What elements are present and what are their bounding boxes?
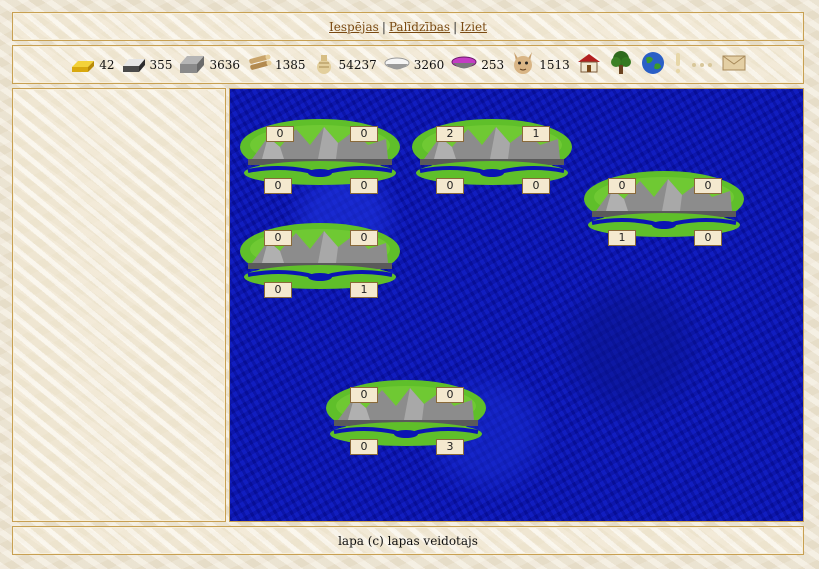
logout-link[interactable]: Iziet xyxy=(460,20,487,34)
resource-stone: 3636 xyxy=(178,52,240,77)
top-navigation: Iespējas | Palīdzības | Iziet xyxy=(12,12,804,41)
island-badge-top-left: 0 xyxy=(264,230,292,246)
dye-amount: 253 xyxy=(481,57,505,72)
gold-amount: 42 xyxy=(99,57,115,72)
copyright-text: lapa (c) lapas veidotajs xyxy=(338,533,478,548)
help-link[interactable]: Palīdzības xyxy=(389,20,450,34)
wood-amount: 1385 xyxy=(275,57,306,72)
island-badge-bottom-left: 0 xyxy=(264,178,292,194)
ellipsis-icon[interactable] xyxy=(690,57,716,72)
resource-flour: 3260 xyxy=(383,53,445,76)
flour-amount: 3260 xyxy=(413,57,445,72)
resource-dye: 253 xyxy=(450,53,504,76)
population-amount: 1513 xyxy=(539,57,570,72)
island-badge-top-left: 0 xyxy=(608,178,636,194)
island-3[interactable]: 0 0 1 0 xyxy=(582,167,746,247)
nav-separator: | xyxy=(381,19,386,34)
resource-bar: 42 355 3636 1385 54237 3260 253 1513 xyxy=(12,45,804,84)
island-badge-top-left: 2 xyxy=(436,126,464,142)
island-badge-top-right: 0 xyxy=(350,230,378,246)
resource-wheat: 54237 xyxy=(312,51,377,78)
island-badge-top-left: 0 xyxy=(350,387,378,403)
island-badge-top-right: 0 xyxy=(436,387,464,403)
iron-ingot-icon xyxy=(121,53,147,76)
house-icon[interactable] xyxy=(576,52,602,77)
wood-logs-icon xyxy=(246,53,272,76)
population-face-icon xyxy=(510,50,536,79)
island-badge-top-left: 0 xyxy=(266,126,294,142)
island-badge-top-right: 1 xyxy=(522,126,550,142)
stone-amount: 3636 xyxy=(209,57,240,72)
island-badge-bottom-left: 0 xyxy=(436,178,464,194)
resource-gold: 42 xyxy=(70,53,115,76)
island-5[interactable]: 0 0 0 3 xyxy=(324,376,488,456)
island-badge-bottom-right: 3 xyxy=(436,439,464,455)
iron-amount: 355 xyxy=(149,57,173,72)
island-badge-bottom-left: 1 xyxy=(608,230,636,246)
sidebar xyxy=(12,88,226,522)
resource-wood: 1385 xyxy=(246,53,306,76)
island-badge-bottom-left: 0 xyxy=(264,282,292,298)
island-badge-top-right: 0 xyxy=(350,126,378,142)
exclamation-icon[interactable] xyxy=(672,51,684,78)
envelope-icon[interactable] xyxy=(722,54,746,75)
island-1[interactable]: 0 0 0 0 xyxy=(238,115,402,195)
tree-icon[interactable] xyxy=(608,50,634,79)
resource-iron: 355 xyxy=(121,53,173,76)
resource-population: 1513 xyxy=(510,50,570,79)
gold-bar-icon xyxy=(70,53,96,76)
island-badge-bottom-right: 0 xyxy=(694,230,722,246)
wheat-amount: 54237 xyxy=(338,57,377,72)
options-link[interactable]: Iespējas xyxy=(329,20,379,34)
sea-map: 0 0 0 0 2 1 0 0 0 0 1 0 0 0 0 1 0 0 0 3 xyxy=(229,88,804,522)
island-badge-top-right: 0 xyxy=(694,178,722,194)
island-2[interactable]: 2 1 0 0 xyxy=(410,115,574,195)
purple-dye-bowl-icon xyxy=(450,53,478,76)
globe-icon[interactable] xyxy=(640,50,666,79)
wheat-sack-icon xyxy=(312,51,336,78)
island-badge-bottom-right: 1 xyxy=(350,282,378,298)
nav-separator: | xyxy=(453,19,458,34)
island-badge-bottom-right: 0 xyxy=(350,178,378,194)
island-badge-bottom-right: 0 xyxy=(522,178,550,194)
island-badge-bottom-left: 0 xyxy=(350,439,378,455)
footer: lapa (c) lapas veidotajs xyxy=(12,526,804,555)
flour-bowl-icon xyxy=(383,53,411,76)
island-4[interactable]: 0 0 0 1 xyxy=(238,219,402,299)
stone-block-icon xyxy=(178,52,206,77)
